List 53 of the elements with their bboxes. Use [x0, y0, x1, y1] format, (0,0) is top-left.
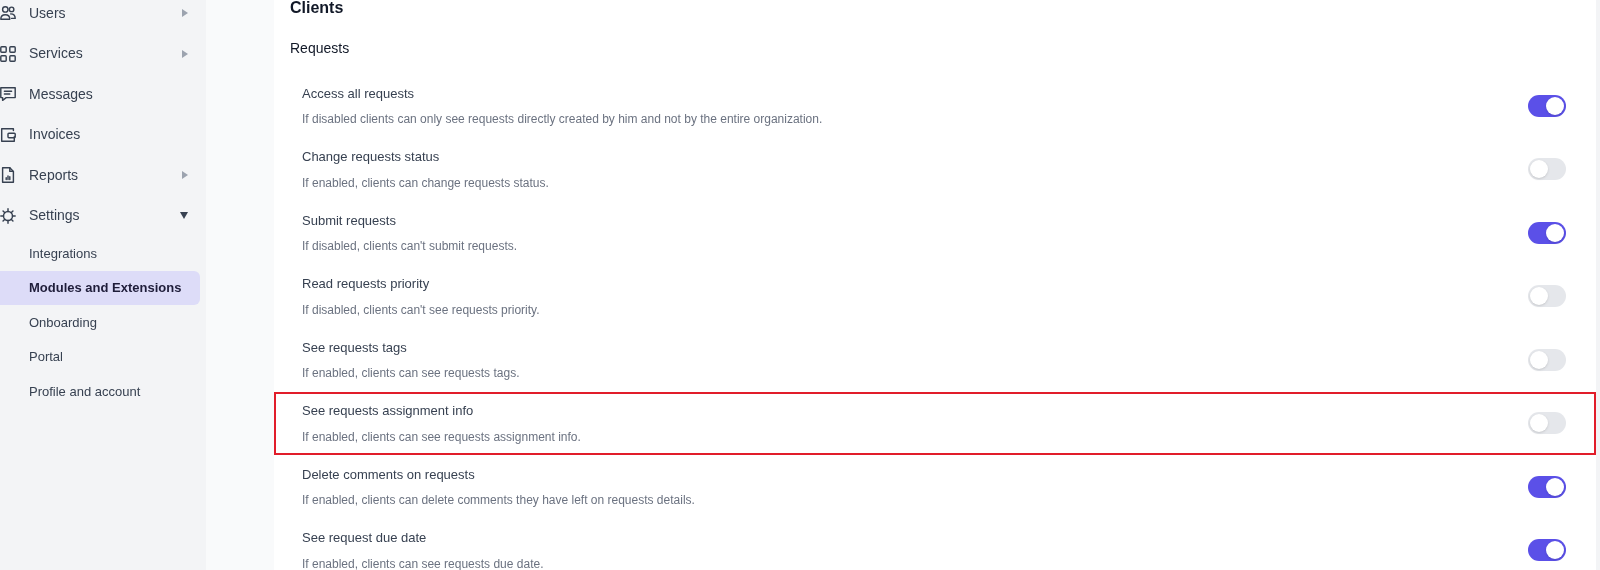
sidebar-subitem[interactable]: Integrations: [0, 236, 200, 271]
nav-label: Users: [29, 3, 67, 23]
expand-arrow-icon[interactable]: [182, 49, 188, 58]
wallet-icon: [0, 125, 17, 144]
nav-label: Reports: [29, 165, 80, 185]
toggle-switch[interactable]: [1528, 221, 1566, 244]
setting-description: If enabled, clients can delete comments they have left on requests details.: [302, 492, 696, 509]
toggle-switch[interactable]: [1528, 475, 1566, 498]
setting-title: Submit requests: [302, 211, 397, 230]
sidebar-subitem[interactable]: Modules and Extensions: [0, 270, 200, 305]
document-chart-icon: [0, 166, 17, 185]
toggle-switch[interactable]: [1528, 412, 1566, 435]
grid-icon: [0, 44, 17, 63]
sidebar-item[interactable]: Users: [0, 0, 206, 34]
setting-description: If enabled, clients can see requests assignment info.: [302, 428, 582, 446]
setting-title: Access all requests: [302, 84, 415, 103]
page-title: Clients: [289, 0, 345, 18]
chat-icon: [0, 85, 17, 104]
toggle-switch[interactable]: [1528, 158, 1566, 181]
setting-description: If enabled, clients can see requests due date.: [302, 555, 545, 570]
nav-label: Settings: [29, 206, 81, 226]
collapse-arrow-icon[interactable]: [180, 212, 188, 220]
toggle-switch[interactable]: [1528, 539, 1566, 562]
setting-description: If disabled, clients can't submit requests.: [302, 238, 519, 255]
nav-label: Messages: [29, 84, 94, 104]
sidebar-subitem[interactable]: Onboarding: [0, 305, 200, 340]
sidebar-item[interactable]: Invoices: [0, 114, 206, 155]
toggle-switch[interactable]: [1528, 94, 1566, 117]
setting-description: If enabled, clients can change requests status.: [302, 174, 550, 192]
setting-title: Delete comments on requests: [302, 465, 476, 484]
setting-title: Change requests status: [302, 148, 441, 166]
setting-title: See requests tags: [302, 338, 408, 357]
sidebar-item[interactable]: Services: [0, 33, 206, 74]
expand-arrow-icon[interactable]: [182, 171, 188, 180]
sidebar-subitem[interactable]: Profile and account: [0, 374, 200, 409]
setting-description: If disabled clients can only see requests directly created by him and not by the entire organization.: [302, 111, 824, 128]
setting-title: Read requests priority: [302, 275, 431, 293]
toggle-switch[interactable]: [1528, 348, 1566, 371]
setting-title: See requests assignment info: [302, 402, 475, 420]
sidebar-item[interactable]: Reports: [0, 155, 206, 196]
setting-description: If enabled, clients can see requests tags.: [302, 365, 521, 382]
setting-description: If disabled, clients can't see requests priority.: [302, 301, 541, 319]
section-title: Requests: [289, 39, 351, 58]
people-icon: [0, 4, 17, 23]
toggle-switch[interactable]: [1528, 285, 1566, 308]
sidebar-subitem[interactable]: Portal: [0, 339, 200, 374]
gear-icon: [0, 206, 17, 225]
sidebar-item[interactable]: Settings: [0, 195, 206, 236]
nav-label: Services: [29, 44, 84, 64]
setting-title: See request due date: [302, 529, 428, 547]
expand-arrow-icon[interactable]: [182, 9, 188, 18]
nav-label: Invoices: [29, 125, 82, 145]
sidebar-item[interactable]: Messages: [0, 74, 206, 115]
